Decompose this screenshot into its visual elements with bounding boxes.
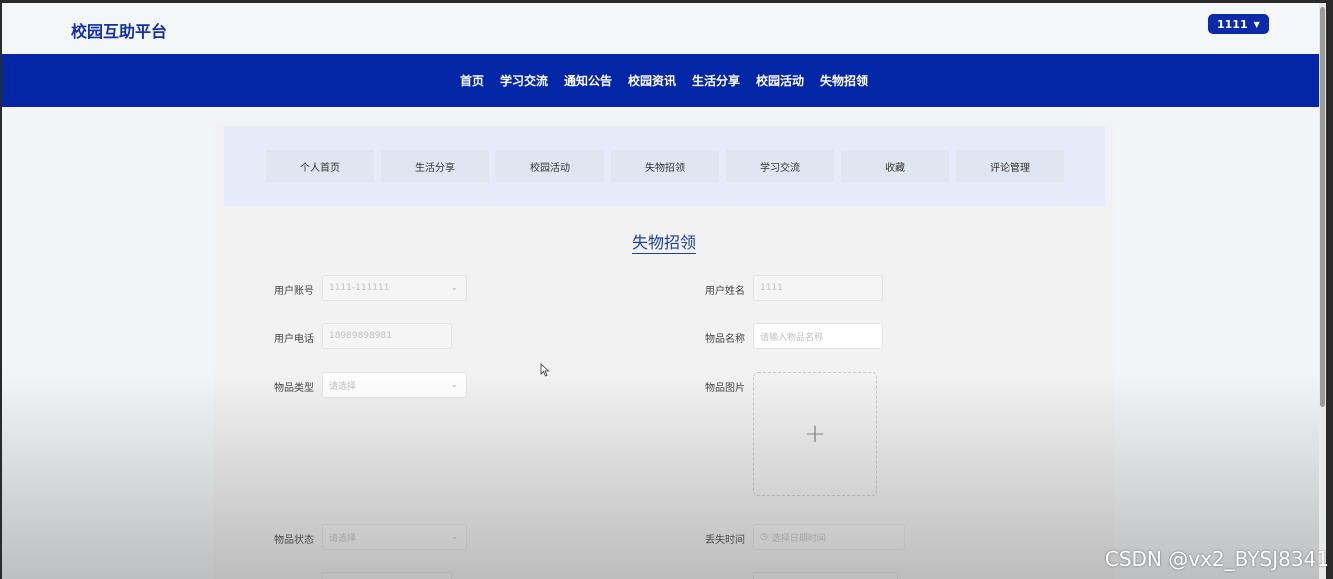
user-center-tabs: 个人首页 生活分享 校园活动 失物招领 学习交流 收藏 评论管理 [224, 126, 1105, 206]
lost-time-label: 丢失时间 [705, 535, 745, 546]
form-title-text: 失物招领 [631, 233, 696, 254]
tab-study-exchange[interactable]: 学习交流 [726, 150, 834, 182]
item-type-placeholder: 请选择 [329, 381, 357, 392]
main-nav: 首页 学习交流 通知公告 校园资讯 生活分享 校园活动 失物招领 [2, 54, 1326, 107]
user-account-value: 1111-111111 [329, 283, 390, 293]
item-type-select[interactable]: 请选择 ⌄ [322, 372, 467, 398]
chevron-down-icon: ⌄ [450, 380, 458, 390]
user-name-field[interactable]: 1111 [753, 275, 883, 301]
nav-item-campus-news[interactable]: 校园资讯 [620, 72, 684, 89]
chevron-down-icon: ⌄ [450, 283, 458, 293]
main-nav-items: 首页 学习交流 通知公告 校园资讯 生活分享 校园活动 失物招领 [452, 72, 876, 89]
item-name-label: 物品名称 [705, 334, 745, 345]
item-status-label: 物品状态 [274, 535, 314, 546]
page-scrollbar[interactable] [1319, 3, 1326, 579]
next-row-field-right[interactable] [753, 572, 898, 579]
item-name-input[interactable]: 请输入物品名称 [753, 323, 883, 349]
user-phone-value: 18989898981 [329, 331, 392, 341]
mouse-pointer-icon [540, 363, 550, 377]
chevron-down-icon: ⌄ [450, 532, 458, 542]
form-title: 失物招领 [214, 229, 1114, 254]
user-name-value: 1111 [760, 283, 783, 293]
top-header: 校园互助平台 1111 ▼ [2, 3, 1326, 54]
clock-icon: ◷ [760, 532, 768, 542]
user-phone-label: 用户电话 [274, 334, 314, 345]
tab-profile-home[interactable]: 个人首页 [266, 150, 374, 182]
user-menu-button[interactable]: 1111 ▼ [1208, 14, 1269, 34]
watermark: CSDN @vx2_BYSJ8341 [1104, 547, 1329, 571]
tab-life-share[interactable]: 生活分享 [381, 150, 489, 182]
item-name-placeholder: 请输入物品名称 [760, 332, 824, 343]
scrollbar-thumb[interactable] [1320, 7, 1325, 407]
content-panel: 个人首页 生活分享 校园活动 失物招领 学习交流 收藏 评论管理 失物招领 用户… [214, 124, 1114, 579]
tab-campus-events[interactable]: 校园活动 [496, 150, 604, 182]
caret-down-icon: ▼ [1253, 19, 1260, 29]
nav-item-life-share[interactable]: 生活分享 [684, 72, 748, 89]
tab-comment-management[interactable]: 评论管理 [956, 150, 1064, 182]
nav-item-notices[interactable]: 通知公告 [556, 72, 620, 89]
site-logo[interactable]: 校园互助平台 [71, 18, 167, 42]
tab-lost-found[interactable]: 失物招领 [611, 150, 719, 182]
browser-viewport: 校园互助平台 1111 ▼ 首页 学习交流 通知公告 校园资讯 生活分享 校园活… [2, 3, 1326, 579]
user-name-label: 用户姓名 [705, 286, 745, 297]
user-phone-field[interactable]: 18989898981 [322, 323, 452, 349]
lost-time-placeholder: 选择日期时间 [771, 533, 826, 544]
plus-icon: + [804, 419, 826, 449]
item-status-placeholder: 请选择 [329, 533, 357, 544]
nav-item-lost-found[interactable]: 失物招领 [812, 72, 876, 89]
next-row-field-left[interactable] [322, 572, 452, 579]
tab-favorites[interactable]: 收藏 [841, 150, 949, 182]
lost-time-picker[interactable]: ◷ 选择日期时间 [753, 524, 905, 550]
nav-item-campus-events[interactable]: 校园活动 [748, 72, 812, 89]
item-type-label: 物品类型 [274, 383, 314, 394]
item-image-upload[interactable]: + [753, 372, 877, 496]
user-account-label: 用户账号 [274, 286, 314, 297]
user-menu-label: 1111 [1217, 17, 1248, 31]
item-status-select[interactable]: 请选择 ⌄ [322, 524, 467, 550]
nav-item-study-exchange[interactable]: 学习交流 [492, 72, 556, 89]
nav-item-home[interactable]: 首页 [452, 72, 492, 89]
user-account-select[interactable]: 1111-111111 ⌄ [322, 275, 467, 301]
item-image-label: 物品图片 [705, 383, 745, 394]
